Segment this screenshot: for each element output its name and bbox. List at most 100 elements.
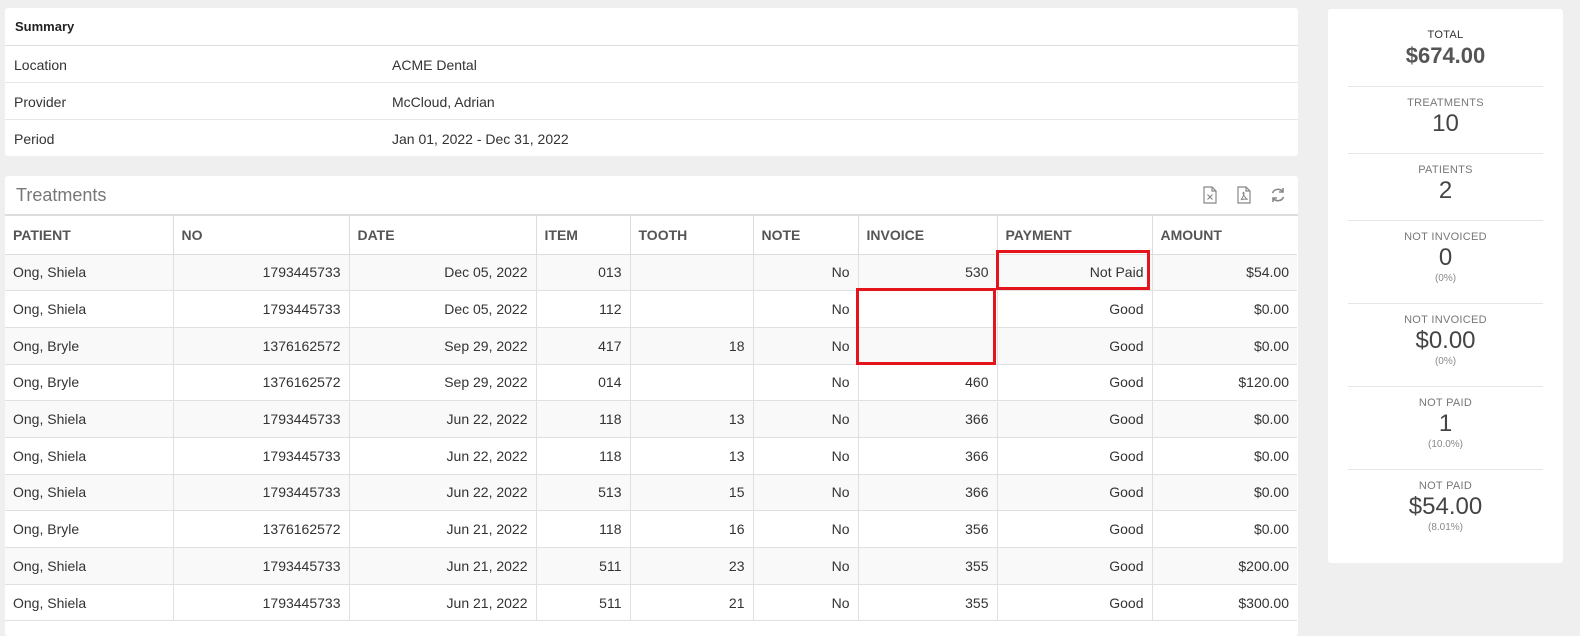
stat-label: NOT PAID <box>1418 480 1473 492</box>
cell-note: No <box>753 327 859 365</box>
table-header-row: PATIENT NO DATE ITEM TOOTH NOTE INVOICE … <box>5 216 1297 255</box>
cell-date: Sep 29, 2022 <box>349 364 537 402</box>
column-header-date[interactable]: DATE <box>349 216 537 255</box>
cell-tooth <box>630 254 754 292</box>
summary-label: Provider <box>14 94 67 110</box>
column-header-payment[interactable]: PAYMENT <box>997 216 1153 255</box>
column-header-invoice[interactable]: INVOICE <box>858 216 998 255</box>
cell-tooth <box>630 290 754 328</box>
cell-payment: Good <box>997 437 1153 475</box>
stat-patients: PATIENTS 2 <box>1348 154 1543 221</box>
cell-item: 013 <box>536 254 631 292</box>
cell-invoice: 366 <box>858 474 998 512</box>
cell-note: No <box>753 290 859 328</box>
cell-payment: Good <box>997 327 1153 365</box>
cell-payment: Good <box>997 510 1153 548</box>
stat-percent: (8.01%) <box>1427 522 1463 533</box>
cell-no: 1793445733 <box>173 584 350 622</box>
cell-tooth: 18 <box>630 327 754 365</box>
table-row[interactable]: Ong, Shiela 1793445733 Jun 21, 2022 511 23 No… <box>5 547 1297 585</box>
summary-row-provider: Provider McCloud, Adrian <box>5 83 1298 120</box>
cell-no: 1376162572 <box>173 364 350 402</box>
cell-patient: Ong, Shiela <box>5 437 174 475</box>
treatments-header: Treatments <box>5 176 1298 216</box>
cell-no: 1376162572 <box>173 510 350 548</box>
cell-date: Jun 21, 2022 <box>349 510 537 548</box>
summary-label: Location <box>14 57 67 73</box>
stat-treatments: TREATMENTS 10 <box>1348 87 1543 154</box>
cell-invoice: 355 <box>858 584 998 622</box>
cell-no: 1793445733 <box>173 290 350 328</box>
stat-label: TREATMENTS <box>1407 97 1484 109</box>
cell-item: 513 <box>536 474 631 512</box>
column-header-amount[interactable]: AMOUNT <box>1152 216 1297 255</box>
cell-item: 511 <box>536 584 631 622</box>
treatments-title: Treatments <box>16 185 107 205</box>
treatments-panel: Treatments PATIENT NO DATE ITEM TOOTH NO… <box>5 176 1298 636</box>
cell-note: No <box>753 364 859 402</box>
cell-payment: Good <box>997 474 1153 512</box>
cell-invoice: 366 <box>858 400 998 438</box>
cell-amount: $0.00 <box>1152 474 1297 512</box>
summary-panel: Summary Location ACME Dental Provider Mc… <box>5 8 1298 156</box>
table-row[interactable]: Ong, Bryle 1376162572 Sep 29, 2022 014 No 460… <box>5 364 1297 402</box>
stat-value: $54.00 <box>1408 493 1483 520</box>
table-row[interactable]: Ong, Shiela 1793445733 Jun 22, 2022 513 15 No… <box>5 474 1297 512</box>
cell-item: 112 <box>536 290 631 328</box>
pdf-export-icon[interactable] <box>1236 186 1252 204</box>
stat-percent: (0%) <box>1434 273 1457 284</box>
cell-patient: Ong, Shiela <box>5 584 174 622</box>
table-row[interactable]: Ong, Shiela 1793445733 Jun 22, 2022 118 13 No… <box>5 400 1297 438</box>
stat-label: NOT INVOICED <box>1404 231 1487 243</box>
cell-note: No <box>753 400 859 438</box>
table-row[interactable]: Ong, Bryle 1376162572 Sep 29, 2022 417 18 No G… <box>5 327 1297 365</box>
stat-label: PATIENTS <box>1418 164 1473 176</box>
table-row[interactable]: Ong, Shiela 1793445733 Dec 05, 2022 112 No Go… <box>5 290 1297 328</box>
column-header-no[interactable]: NO <box>173 216 350 255</box>
cell-tooth: 16 <box>630 510 754 548</box>
stat-total: TOTAL $674.00 <box>1348 9 1543 87</box>
cell-patient: Ong, Bryle <box>5 327 174 365</box>
cell-patient: Ong, Shiela <box>5 254 174 292</box>
cell-amount: $120.00 <box>1152 364 1297 402</box>
cell-amount: $0.00 <box>1152 400 1297 438</box>
cell-tooth: 23 <box>630 547 754 585</box>
cell-amount: $0.00 <box>1152 327 1297 365</box>
treatments-table: PATIENT NO DATE ITEM TOOTH NOTE INVOICE … <box>5 216 1297 622</box>
stat-value: 0 <box>1438 244 1453 271</box>
stat-value: $674.00 <box>1405 43 1486 68</box>
cell-invoice: 460 <box>858 364 998 402</box>
column-header-item[interactable]: ITEM <box>536 216 631 255</box>
cell-item: 118 <box>536 510 631 548</box>
table-row[interactable]: Ong, Bryle 1376162572 Jun 21, 2022 118 16 No 3… <box>5 510 1297 548</box>
cell-patient: Ong, Shiela <box>5 474 174 512</box>
cell-tooth <box>630 364 754 402</box>
cell-patient: Ong, Bryle <box>5 364 174 402</box>
table-row[interactable]: Ong, Shiela 1793445733 Jun 21, 2022 511 21 No… <box>5 584 1297 622</box>
cell-date: Dec 05, 2022 <box>349 254 537 292</box>
cell-payment: Good <box>997 400 1153 438</box>
cell-date: Jun 22, 2022 <box>349 400 537 438</box>
cell-item: 511 <box>536 547 631 585</box>
cell-invoice: 366 <box>858 437 998 475</box>
cell-patient: Ong, Shiela <box>5 547 174 585</box>
stat-not-paid-amount: NOT PAID $54.00 (8.01%) <box>1348 470 1543 553</box>
cell-invoice: 355 <box>858 547 998 585</box>
table-row[interactable]: Ong, Shiela 1793445733 Dec 05, 2022 013 No 53… <box>5 254 1297 292</box>
excel-export-icon[interactable] <box>1202 186 1218 204</box>
summary-label: Period <box>14 131 55 147</box>
cell-date: Jun 21, 2022 <box>349 584 537 622</box>
column-header-note[interactable]: NOTE <box>753 216 859 255</box>
cell-no: 1793445733 <box>173 474 350 512</box>
summary-heading: Summary <box>5 8 1298 46</box>
column-header-tooth[interactable]: TOOTH <box>630 216 754 255</box>
refresh-icon[interactable] <box>1270 186 1286 204</box>
column-header-patient[interactable]: PATIENT <box>5 216 174 255</box>
table-row[interactable]: Ong, Shiela 1793445733 Jun 22, 2022 118 13 No… <box>5 437 1297 475</box>
stat-value: 2 <box>1438 177 1453 204</box>
cell-patient: Ong, Shiela <box>5 400 174 438</box>
cell-invoice <box>858 327 998 365</box>
summary-value: McCloud, Adrian <box>392 94 495 110</box>
cell-date: Jun 22, 2022 <box>349 437 537 475</box>
cell-no: 1376162572 <box>173 327 350 365</box>
